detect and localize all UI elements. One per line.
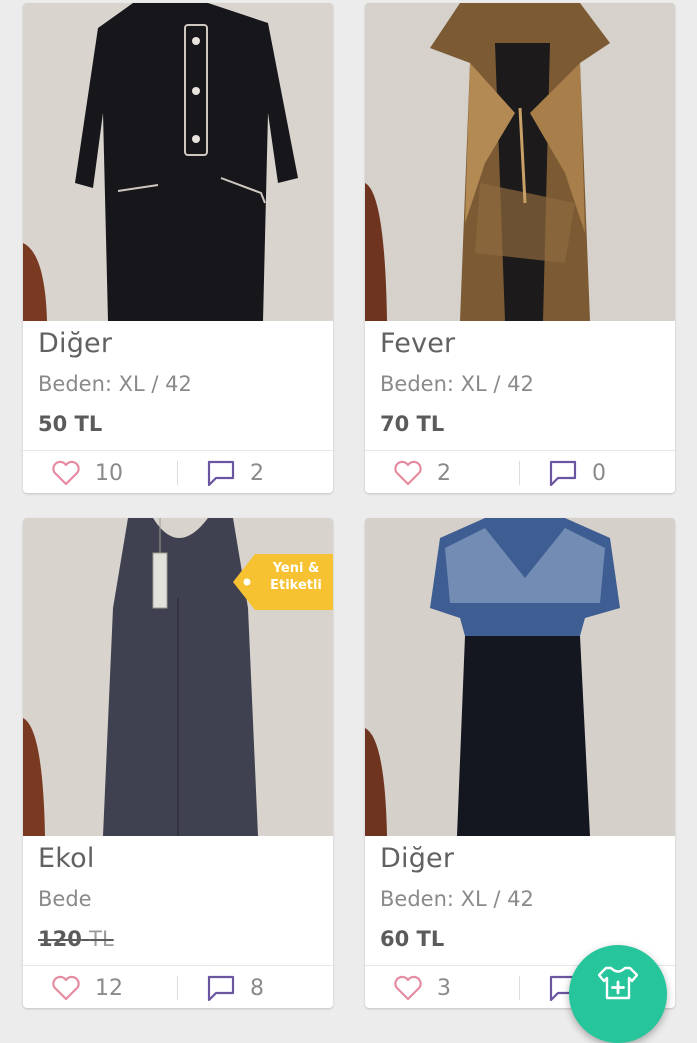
like-button[interactable]: 3 — [393, 972, 451, 1004]
heart-outline-icon — [52, 460, 80, 486]
comment-button[interactable]: 0 — [548, 457, 606, 489]
badge-label: Yeni & Etiketli — [261, 560, 331, 594]
product-price: 70 TL — [380, 412, 445, 436]
product-price: 60 TL — [380, 927, 445, 951]
product-brand: Diğer — [38, 328, 113, 359]
product-size: Beden: XL / 42 — [380, 372, 534, 396]
product-price: 50 TL — [38, 412, 103, 436]
divider — [365, 450, 675, 451]
divider — [23, 450, 333, 451]
comment-button[interactable]: 8 — [206, 972, 264, 1004]
like-count: 2 — [437, 460, 451, 486]
heart-outline-icon — [394, 460, 422, 486]
product-photo[interactable] — [365, 3, 675, 321]
product-card[interactable]: Diğer Beden: XL / 42 50 TL 10 2 — [23, 3, 333, 493]
add-product-fab[interactable] — [569, 945, 667, 1043]
speech-bubble-icon — [207, 975, 235, 1002]
like-button[interactable]: 10 — [51, 457, 123, 489]
like-count: 3 — [437, 975, 451, 1001]
comment-count: 8 — [250, 975, 264, 1001]
product-card[interactable]: Fever Beden: XL / 42 70 TL 2 0 — [365, 3, 675, 493]
product-price: 120 TL — [38, 927, 114, 951]
product-card[interactable]: Yeni & Etiketli Ekol Bede 120 TL 12 8 — [23, 518, 333, 1008]
like-button[interactable]: 12 — [51, 972, 123, 1004]
comment-count: 0 — [592, 460, 606, 486]
product-size: Beden: XL / 42 — [38, 372, 192, 396]
like-count: 10 — [95, 460, 123, 486]
price-currency: TL — [89, 927, 114, 951]
divider — [23, 965, 333, 966]
speech-bubble-icon — [549, 460, 577, 487]
price-value: 120 — [38, 927, 82, 951]
comment-count: 2 — [250, 460, 264, 486]
product-size: Bede — [38, 887, 92, 911]
dress-image — [365, 3, 675, 321]
heart-outline-icon — [52, 975, 80, 1001]
speech-bubble-icon — [207, 460, 235, 487]
dress-image — [23, 3, 333, 321]
like-button[interactable]: 2 — [393, 457, 451, 489]
divider — [177, 976, 178, 1000]
heart-outline-icon — [394, 975, 422, 1001]
divider — [177, 461, 178, 485]
divider — [519, 976, 520, 1000]
like-count: 12 — [95, 975, 123, 1001]
badge-label-line: Etiketli — [270, 578, 322, 593]
product-size: Beden: XL / 42 — [380, 887, 534, 911]
divider — [519, 461, 520, 485]
add-clothing-icon — [598, 966, 638, 1000]
comment-button[interactable]: 2 — [206, 457, 264, 489]
product-brand: Ekol — [38, 843, 95, 874]
dress-image — [365, 518, 675, 836]
product-card[interactable]: Diğer Beden: XL / 42 60 TL 3 — [365, 518, 675, 1008]
product-brand: Fever — [380, 328, 456, 359]
badge-label-line: Yeni & — [272, 561, 320, 576]
new-with-tags-badge: Yeni & Etiketli — [233, 554, 333, 610]
product-photo[interactable] — [365, 518, 675, 836]
product-photo[interactable]: Yeni & Etiketli — [23, 518, 333, 836]
product-brand: Diğer — [380, 843, 455, 874]
product-photo[interactable] — [23, 3, 333, 321]
